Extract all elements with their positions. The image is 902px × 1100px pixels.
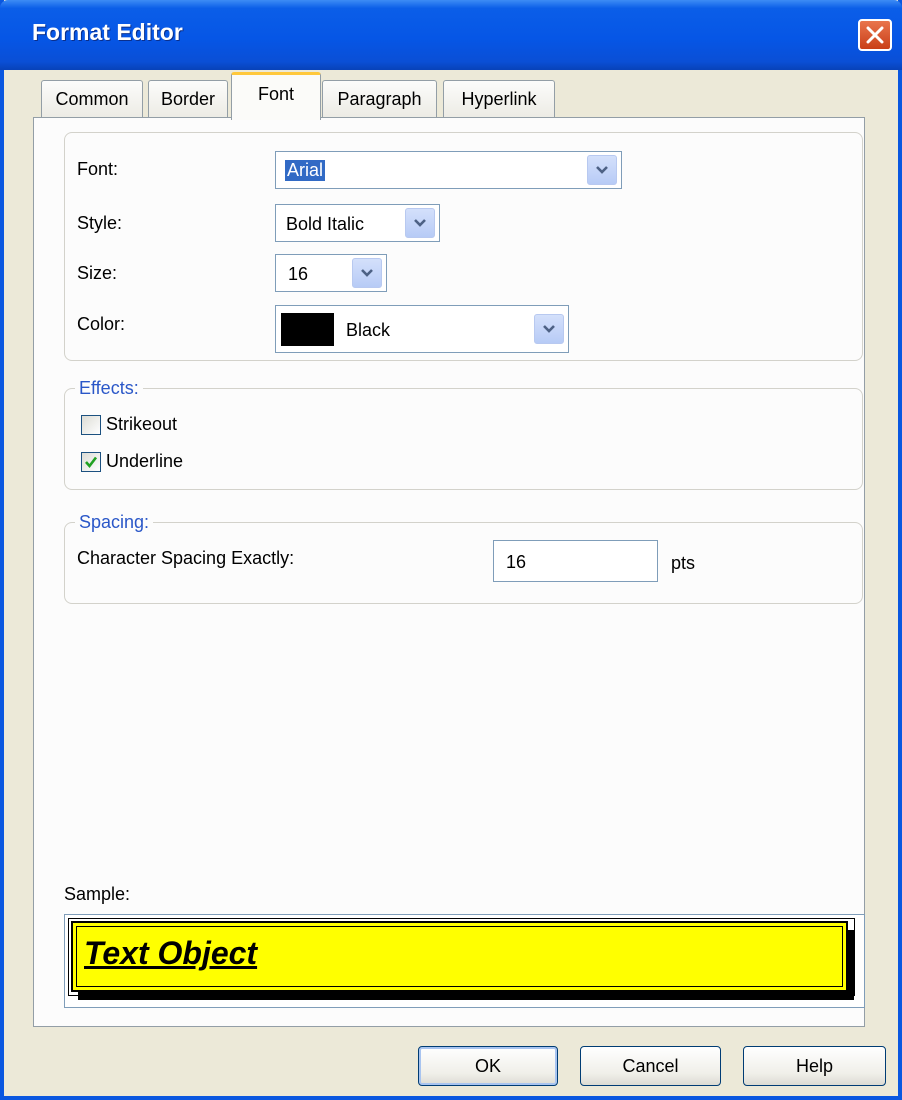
chevron-down-icon	[543, 325, 555, 333]
tab-common[interactable]: Common	[41, 80, 143, 118]
underline-label[interactable]: Underline	[106, 451, 183, 472]
size-dropdown-button[interactable]	[352, 258, 382, 288]
close-button[interactable]	[858, 19, 892, 51]
size-value: 16	[288, 264, 309, 284]
font-dropdown-button[interactable]	[587, 155, 617, 185]
font-combo[interactable]: Arial	[275, 151, 622, 189]
color-combo[interactable]: Black	[275, 305, 569, 353]
sample-frame: Text Object	[64, 914, 865, 1008]
strikeout-checkbox[interactable]	[81, 415, 101, 435]
cancel-button[interactable]: Cancel	[580, 1046, 721, 1086]
color-swatch	[281, 313, 334, 346]
effects-legend: Effects:	[75, 378, 143, 399]
title-bar[interactable]: Format Editor	[0, 0, 902, 70]
window-title: Format Editor	[32, 19, 183, 45]
sample-text: Text Object	[84, 935, 258, 971]
spacing-unit: pts	[671, 553, 696, 573]
spacing-legend: Spacing:	[75, 512, 154, 533]
font-label: Font:	[77, 159, 119, 179]
font-value: Arial	[285, 160, 326, 181]
tab-hyperlink[interactable]: Hyperlink	[443, 80, 555, 118]
font-tab-panel: Font: Arial Style: Bold Italic Size: 16 …	[33, 117, 865, 1027]
color-label: Color:	[77, 314, 126, 334]
character-spacing-value: 16	[506, 552, 527, 572]
strikeout-label[interactable]: Strikeout	[106, 414, 177, 435]
check-icon	[85, 456, 98, 469]
chevron-down-icon	[361, 269, 373, 277]
font-group: Font: Arial Style: Bold Italic Size: 16 …	[64, 132, 863, 361]
color-value: Black	[346, 320, 391, 340]
sample-preview: Text Object	[71, 921, 848, 992]
style-dropdown-button[interactable]	[405, 208, 435, 238]
style-combo[interactable]: Bold Italic	[275, 204, 440, 242]
chevron-down-icon	[596, 166, 608, 174]
character-spacing-input[interactable]: 16	[493, 540, 658, 582]
help-button[interactable]: Help	[743, 1046, 886, 1086]
chevron-down-icon	[414, 219, 426, 227]
spacing-group: Spacing: Character Spacing Exactly: 16 p…	[64, 512, 863, 604]
sample-label: Sample:	[64, 884, 131, 904]
character-spacing-label: Character Spacing Exactly:	[77, 548, 295, 568]
underline-checkbox[interactable]	[81, 452, 101, 472]
tab-border[interactable]: Border	[148, 80, 228, 118]
size-combo[interactable]: 16	[275, 254, 387, 292]
style-value: Bold Italic	[286, 214, 365, 234]
tab-paragraph[interactable]: Paragraph	[322, 80, 437, 118]
close-icon	[866, 26, 884, 44]
size-label: Size:	[77, 263, 118, 283]
color-dropdown-button[interactable]	[534, 314, 564, 344]
ok-button[interactable]: OK	[418, 1046, 558, 1086]
effects-group: Effects: Strikeout Underline	[64, 378, 863, 490]
tab-font[interactable]: Font	[231, 72, 321, 120]
style-label: Style:	[77, 213, 123, 233]
